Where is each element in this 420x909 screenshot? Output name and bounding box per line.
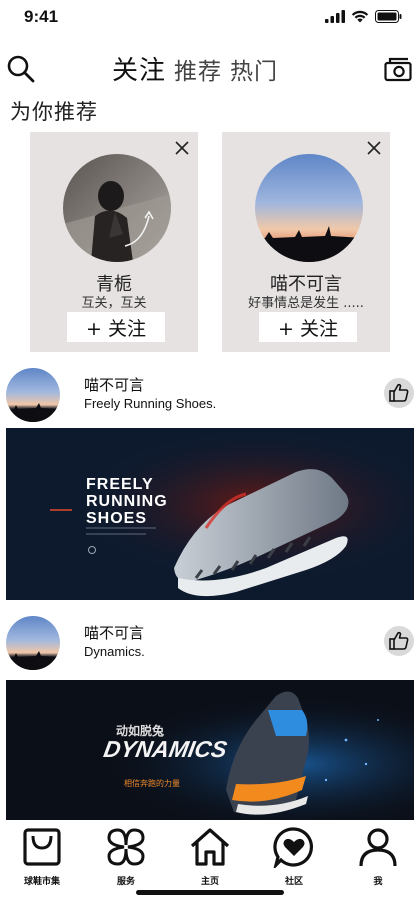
feed-tabs: 关注 推荐 热门	[112, 50, 278, 87]
avatar[interactable]	[63, 154, 171, 262]
person-icon	[359, 828, 397, 867]
post-header: 喵不可言 Freely Running Shoes.	[0, 368, 420, 426]
recommend-card[interactable]: 青栀 互关，互关 + 关注	[30, 132, 198, 352]
bag-icon	[23, 828, 61, 866]
avatar[interactable]	[6, 368, 60, 422]
battery-icon	[375, 10, 402, 23]
close-icon[interactable]	[366, 140, 382, 156]
follow-button[interactable]: + 关注	[67, 312, 165, 342]
signal-icon	[325, 10, 345, 23]
post-caption: Freely Running Shoes.	[84, 396, 217, 411]
tab-home[interactable]: 主页	[180, 826, 240, 887]
close-icon[interactable]	[174, 140, 190, 156]
banner-line: FREELY	[86, 476, 154, 493]
clover-icon	[107, 828, 145, 866]
status-icons	[325, 10, 402, 23]
post-image-banner[interactable]: 动如脱兔 DYNAMICS 相信奔跑的力量	[6, 680, 414, 820]
thumbs-up-icon	[389, 383, 409, 402]
tab-label: 主页	[200, 877, 219, 887]
post-image-banner[interactable]: FREELY RUNNING SHOES	[6, 428, 414, 600]
recommend-card[interactable]: 喵不可言 好事情总是发生 ..... + 关注	[222, 132, 390, 352]
tab-label: 社区	[284, 877, 303, 887]
tab-me[interactable]: 我	[348, 826, 408, 887]
avatar[interactable]	[6, 616, 60, 670]
tab-popular[interactable]: 热门	[230, 52, 278, 86]
banner-headline: DYNAMICS	[101, 736, 230, 762]
post-header: 喵不可言 Dynamics.	[0, 616, 420, 674]
like-button[interactable]	[384, 378, 414, 408]
banner-line: SHOES	[86, 510, 148, 527]
bottom-tab-bar: 球鞋市集 服务 主页 社区 我	[0, 820, 420, 909]
camera-icon[interactable]	[384, 56, 412, 82]
tab-label: 服务	[116, 877, 135, 887]
recommend-section-title: 为你推荐	[10, 100, 98, 124]
post-caption: Dynamics.	[84, 644, 145, 659]
avatar[interactable]	[255, 154, 363, 262]
search-icon[interactable]	[6, 54, 36, 84]
status-time: 9:41	[24, 7, 59, 26]
wifi-icon	[351, 10, 369, 23]
thumbs-up-icon	[389, 631, 409, 650]
banner-headline: FREELY RUNNING SHOES	[86, 476, 168, 527]
home-icon	[190, 828, 230, 866]
card-description: 互关，互关	[81, 296, 147, 311]
top-nav: 关注 推荐 热门	[0, 50, 420, 90]
tab-following[interactable]: 关注	[112, 50, 166, 87]
home-indicator	[136, 890, 284, 895]
tab-community[interactable]: 社区	[264, 826, 324, 887]
status-bar: 9:41	[0, 0, 420, 36]
heart-chat-icon	[273, 827, 314, 871]
tab-recommended[interactable]: 推荐	[174, 52, 222, 86]
card-description: 好事情总是发生 .....	[248, 296, 364, 311]
post-username: 喵不可言	[84, 376, 145, 394]
banner-subtitle: 相信奔跑的力量	[124, 779, 180, 788]
tab-label: 我	[373, 877, 383, 887]
banner-line: RUNNING	[86, 493, 168, 510]
tab-service[interactable]: 服务	[96, 826, 156, 887]
like-button[interactable]	[384, 626, 414, 656]
follow-button[interactable]: + 关注	[259, 312, 357, 342]
tab-market[interactable]: 球鞋市集	[12, 826, 72, 887]
post-username: 喵不可言	[84, 624, 145, 642]
tab-label: 球鞋市集	[23, 877, 60, 887]
